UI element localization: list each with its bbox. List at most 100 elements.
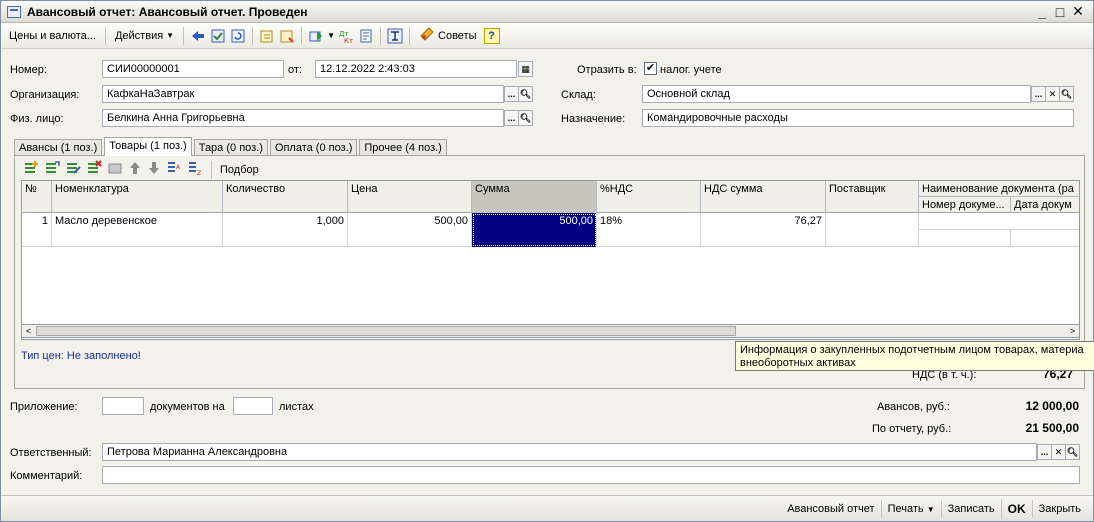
tab-goods[interactable]: Товары (1 поз.) [104, 137, 192, 156]
sort-ascending-icon[interactable]: A [166, 160, 182, 179]
organization-field[interactable]: КафкаНаЗавтрак [102, 85, 504, 103]
horizontal-scrollbar[interactable]: < > [21, 324, 1080, 338]
post-document-icon[interactable] [209, 27, 227, 45]
attachment-docs-field[interactable] [102, 397, 144, 415]
advance-report-button[interactable]: Авансовый отчет [781, 500, 880, 518]
header-doc-date[interactable]: Дата докум [1011, 197, 1079, 213]
ok-button[interactable]: OK [1000, 498, 1032, 519]
create-based-on-icon[interactable] [307, 27, 325, 45]
clear-x-icon[interactable]: ✕ [1051, 444, 1066, 460]
bottom-command-bar: Авансовый отчет Печать ▼ Записать OK Зак… [1, 495, 1093, 521]
delete-row-icon[interactable] [86, 160, 102, 179]
copy-row-icon[interactable] [44, 160, 60, 179]
table-header: № Номенклатура Количество Цена Сумма %НД… [22, 181, 1079, 213]
close-button[interactable]: Закрыть [1031, 499, 1087, 518]
header-vat-sum[interactable]: НДС сумма [701, 181, 826, 213]
chevron-down-icon[interactable]: ▼ [327, 31, 335, 40]
structure-subordination-icon[interactable] [386, 27, 404, 45]
svg-text:Кт: Кт [344, 37, 353, 44]
minimize-button[interactable]: _ [1033, 4, 1051, 20]
header-number[interactable]: № [22, 181, 52, 213]
tax-accounting-checkbox[interactable]: ✔ [644, 62, 657, 75]
advances-label: Авансов, руб.: [877, 401, 950, 413]
header-vat-rate[interactable]: %НДС [597, 181, 701, 213]
header-quantity[interactable]: Количество [223, 181, 348, 213]
select-ellipsis-icon[interactable]: ... [504, 86, 519, 102]
header-price[interactable]: Цена [348, 181, 472, 213]
cell-sum[interactable]: 500,00 [472, 213, 597, 247]
person-field[interactable]: Белкина Анна Григорьевна [102, 109, 504, 127]
select-ellipsis-icon[interactable]: ... [1037, 444, 1052, 460]
back-arrow-icon[interactable] [189, 27, 207, 45]
scroll-left-icon[interactable]: < [22, 325, 35, 337]
help-icon[interactable]: ? [483, 27, 501, 45]
header-sum[interactable]: Сумма [472, 181, 597, 213]
close-window-button[interactable]: ✕ [1069, 3, 1087, 20]
comment-field[interactable] [102, 466, 1080, 484]
clear-x-icon[interactable]: ✕ [1045, 86, 1060, 102]
tips-button[interactable]: Советы [415, 24, 480, 47]
table-row[interactable]: 1 Масло деревенское 1,000 500,00 500,00 … [22, 213, 1079, 247]
cell-quantity[interactable]: 1,000 [223, 213, 348, 247]
tab-advances[interactable]: Авансы (1 поз.) [14, 139, 103, 156]
docs-on-label: документов на [150, 401, 225, 413]
number-field[interactable]: СИИ00000001 [102, 60, 284, 78]
tab-payment[interactable]: Оплата (0 поз.) [269, 139, 358, 156]
end-edit-icon[interactable] [107, 160, 123, 179]
cell-price[interactable]: 500,00 [348, 213, 472, 247]
cell-doc-number[interactable] [919, 230, 1011, 247]
scroll-right-icon[interactable]: > [1066, 325, 1079, 337]
cell-doc-name[interactable] [919, 213, 1079, 230]
attachment-sheets-field[interactable] [233, 397, 273, 415]
cell-nomenclature[interactable]: Масло деревенское [52, 213, 223, 247]
open-search-icon[interactable]: 🔍︎ [518, 110, 533, 126]
toolbar-separator [183, 26, 185, 45]
responsible-field[interactable]: Петрова Марианна Александровна [102, 443, 1037, 461]
svg-text:Z: Z [197, 170, 201, 176]
table-toolbar: A Z Подбор [23, 160, 259, 179]
header-doc-name[interactable]: Наименование документа (ра [919, 181, 1079, 197]
warehouse-field[interactable]: Основной склад [642, 85, 1031, 103]
cell-number[interactable]: 1 [22, 213, 52, 247]
cell-vat-rate[interactable]: 18% [597, 213, 701, 247]
header-doc-number[interactable]: Номер докуме... [919, 197, 1011, 213]
save-button[interactable]: Записать [940, 499, 1001, 518]
sort-descending-icon[interactable]: Z [187, 160, 203, 179]
header-supplier[interactable]: Поставщик [826, 181, 919, 213]
dt-kt-icon[interactable]: Дт Кт [337, 27, 355, 45]
open-search-icon[interactable]: 🔍︎ [518, 86, 533, 102]
scrollbar-thumb[interactable] [36, 326, 736, 336]
cell-vat-sum[interactable]: 76,27 [701, 213, 826, 247]
prices-currency-button[interactable]: Цены и валюта... [5, 28, 100, 44]
document-window: Авансовый отчет: Авансовый отчет. Провед… [0, 0, 1094, 522]
purpose-field[interactable]: Командировочные расходы [642, 109, 1074, 127]
person-label: Физ. лицо: [10, 113, 64, 125]
cell-supplier[interactable] [826, 213, 919, 247]
cell-doc-date[interactable] [1011, 230, 1079, 247]
move-up-icon[interactable] [128, 160, 142, 179]
edit-row-icon[interactable] [65, 160, 81, 179]
price-type-link[interactable]: Тип цен: Не заполнено! [21, 350, 141, 362]
add-row-icon[interactable] [23, 160, 39, 179]
maximize-button[interactable]: □ [1051, 4, 1069, 20]
calendar-icon[interactable]: ▦ [518, 61, 533, 77]
move-down-icon[interactable] [147, 160, 161, 179]
date-field[interactable]: 12.12.2022 2:43:03 [315, 60, 517, 78]
refresh-icon[interactable] [229, 27, 247, 45]
report-icon[interactable] [278, 27, 296, 45]
open-search-icon[interactable]: 🔍︎ [1059, 86, 1074, 102]
title-bar: Авансовый отчет: Авансовый отчет. Провед… [1, 1, 1093, 23]
select-ellipsis-icon[interactable]: ... [1031, 86, 1046, 102]
document-structure-icon[interactable] [357, 27, 375, 45]
header-nomenclature[interactable]: Номенклатура [52, 181, 223, 213]
main-toolbar: Цены и валюта... Действия ▼ ▼ Дт Кт Совет… [1, 23, 1093, 49]
selection-button[interactable]: Подбор [220, 164, 259, 176]
tab-containers[interactable]: Тара (0 поз.) [193, 139, 268, 156]
select-ellipsis-icon[interactable]: ... [504, 110, 519, 126]
window-title: Авансовый отчет: Авансовый отчет. Провед… [27, 4, 308, 19]
movements-icon[interactable] [258, 27, 276, 45]
open-search-icon[interactable]: 🔍︎ [1065, 444, 1080, 460]
actions-menu-button[interactable]: Действия ▼ [111, 28, 178, 44]
print-menu-button[interactable]: Печать ▼ [880, 499, 941, 518]
tab-other[interactable]: Прочее (4 поз.) [359, 139, 447, 156]
